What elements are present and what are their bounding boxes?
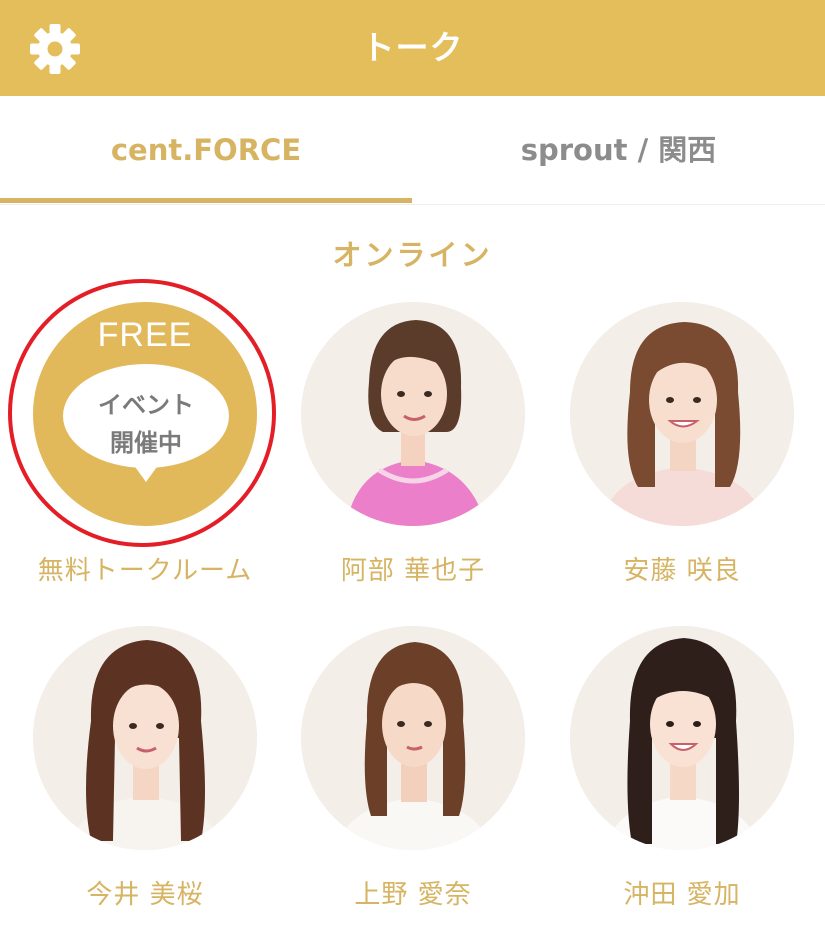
tab-cent-force[interactable]: cent.FORCE <box>0 96 412 204</box>
member-name: 阿部 華也子 <box>340 556 486 586</box>
member-name: 沖田 愛加 <box>623 880 741 910</box>
event-text: イベント 開催中 <box>63 386 229 462</box>
section-title-online: オンライン <box>332 238 493 272</box>
avatar[interactable] <box>33 626 257 850</box>
tab-bar: cent.FORCE sprout / 関西 <box>0 96 825 205</box>
active-tab-indicator <box>0 198 412 203</box>
member-name: 安藤 咲良 <box>623 556 741 586</box>
avatar[interactable] <box>570 626 794 850</box>
avatar[interactable] <box>570 302 794 526</box>
event-text-line1: イベント <box>98 391 194 419</box>
avatar[interactable] <box>301 626 525 850</box>
event-text-line2: 開催中 <box>110 429 182 457</box>
free-talk-room-label[interactable]: 無料トークルーム <box>25 550 265 587</box>
avatar[interactable] <box>301 302 525 526</box>
tab-sprout-kansai[interactable]: sprout / 関西 <box>412 96 825 204</box>
member-name: 上野 愛奈 <box>354 880 472 910</box>
free-badge: FREE <box>97 316 193 354</box>
page-title: トーク <box>361 28 464 67</box>
free-talk-room-button[interactable]: FREE イベント 開催中 <box>33 302 257 526</box>
app-header: トーク <box>0 0 825 96</box>
member-name: 今井 美桜 <box>86 880 204 910</box>
